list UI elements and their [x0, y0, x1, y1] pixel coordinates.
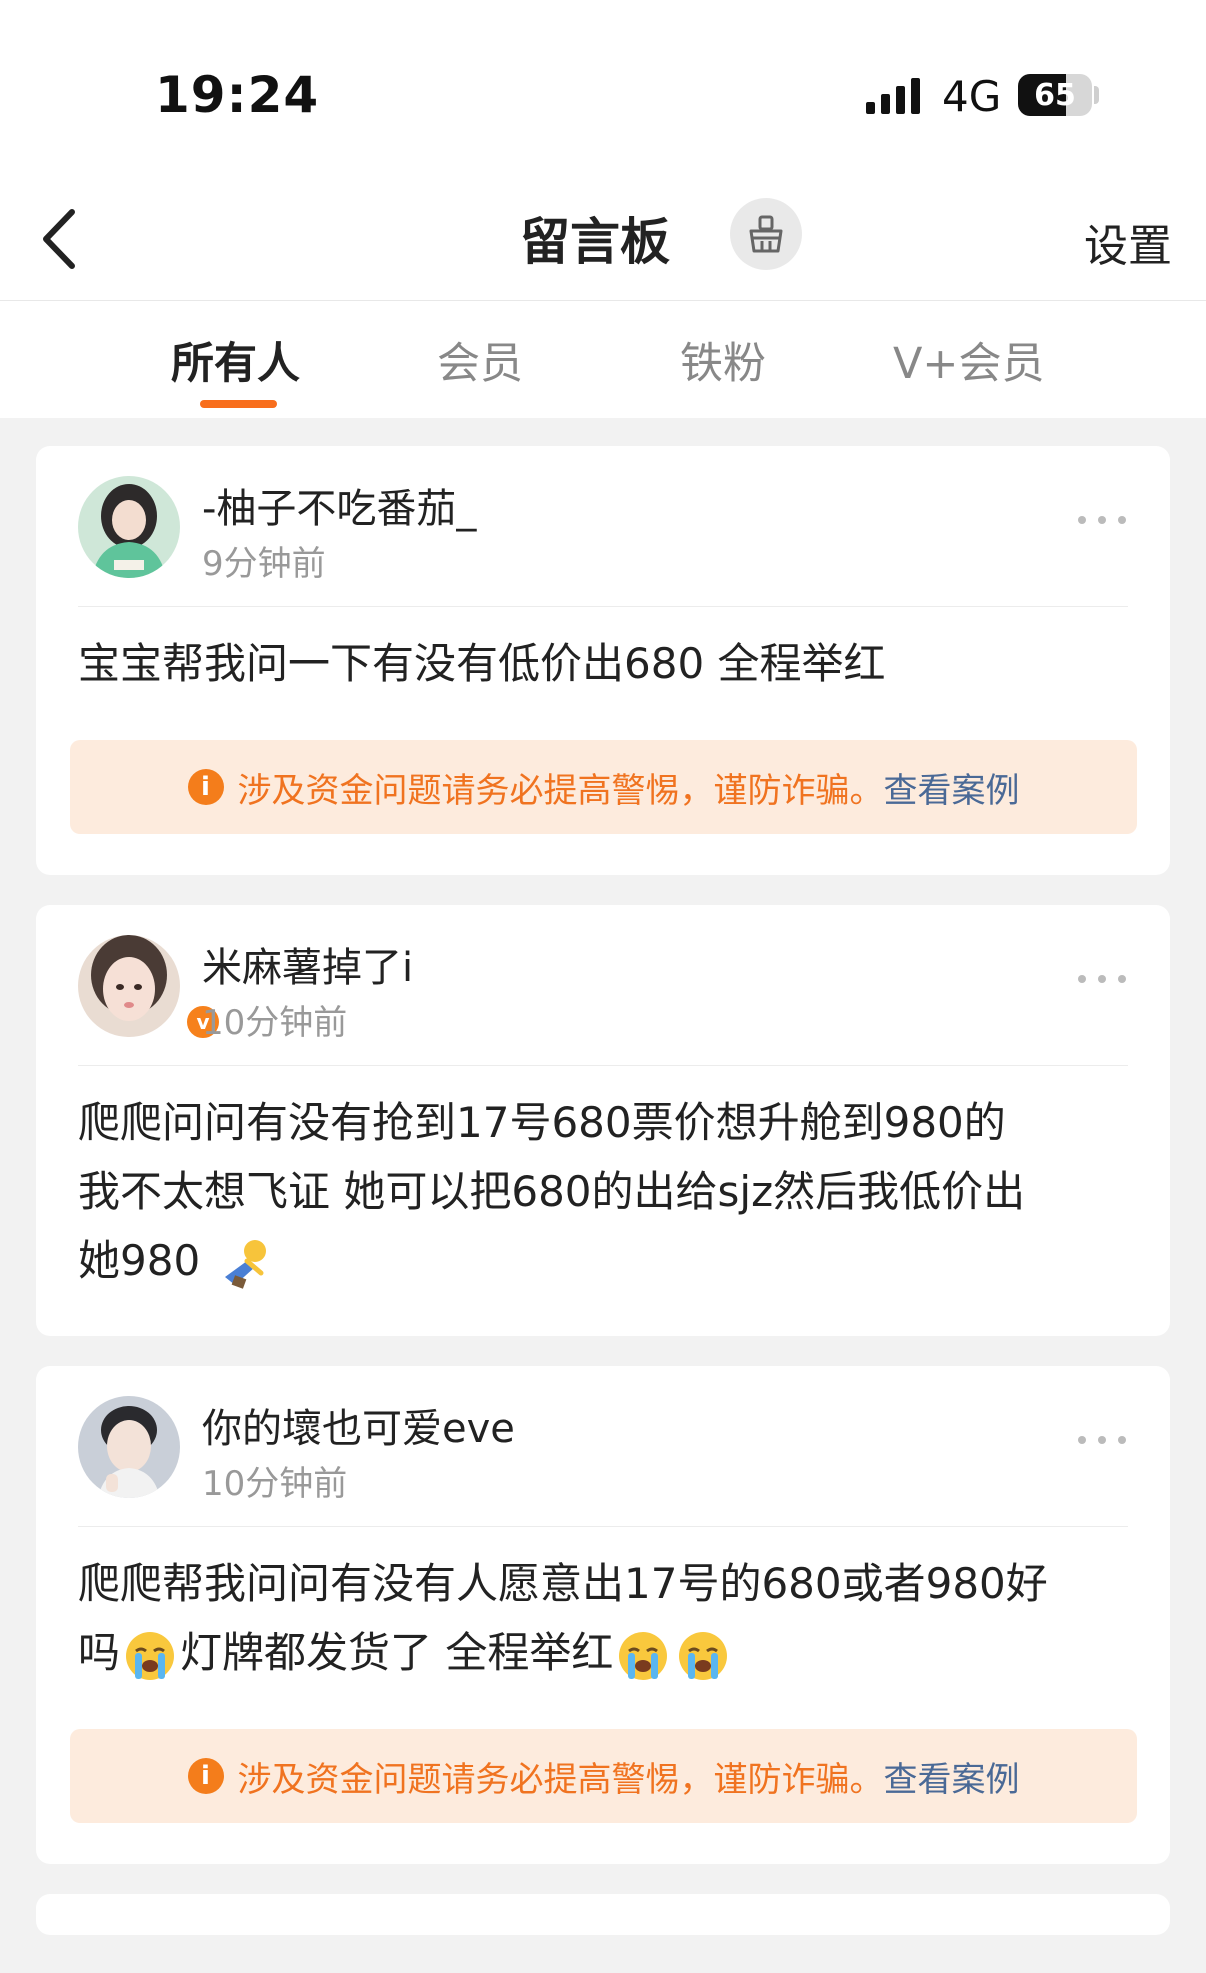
message-line: 她980: [78, 1226, 1134, 1295]
clean-button[interactable]: [730, 198, 802, 270]
network-label: 4G: [942, 72, 1002, 121]
message-feed: -柚子不吃番茄_ 9分钟前 宝宝帮我问一下有没有低价出680 全程举红 i 涉及…: [36, 446, 1170, 1965]
back-button[interactable]: [34, 204, 86, 274]
settings-button[interactable]: 设置: [1084, 210, 1172, 274]
card-header: v 米麻薯掉了i 10分钟前: [78, 905, 1128, 1066]
post-time: 10分钟前: [202, 1464, 348, 1504]
more-button[interactable]: [1078, 516, 1126, 524]
more-button[interactable]: [1078, 975, 1126, 983]
post-time: 9分钟前: [202, 544, 326, 584]
tab-iron-fans[interactable]: 铁粉: [680, 329, 766, 391]
crying-face-icon: [619, 1631, 668, 1680]
info-icon: i: [187, 769, 224, 805]
broom-icon: [749, 215, 783, 253]
nav-bar: 留言板 设置: [0, 150, 1206, 301]
status-time: 19:24: [155, 66, 320, 124]
crying-face-icon: [126, 1631, 175, 1680]
card-header: 你的壞也可爱eve 10分钟前: [78, 1366, 1128, 1527]
username[interactable]: -柚子不吃番茄_: [202, 476, 476, 534]
message-line-text: 她980: [78, 1236, 201, 1285]
status-bar: 19:24 4G 65: [0, 0, 1206, 150]
avatar[interactable]: [78, 935, 180, 1037]
card-header: -柚子不吃番茄_ 9分钟前: [78, 446, 1128, 607]
message-card: 你的壞也可爱eve 10分钟前 爬爬帮我问问有没有人愿意出17号的680或者98…: [36, 1366, 1170, 1864]
view-cases-link[interactable]: 查看案例: [884, 1752, 1020, 1801]
message-line: 吗 灯牌都发货了 全程举红: [78, 1618, 1134, 1687]
username[interactable]: 你的壞也可爱eve: [202, 1396, 515, 1454]
message-text: 爬爬帮我问问有没有人愿意出17号的680或者980好 吗 灯牌都发货了 全程举红: [78, 1527, 1134, 1715]
post-time: 10分钟前: [202, 1003, 348, 1043]
top-area: 19:24 4G 65 留言板 设置 所有人 会员 铁粉 V+会员: [0, 0, 1206, 418]
tab-bar: 所有人 会员 铁粉 V+会员: [0, 301, 1206, 418]
battery-icon: 65: [1018, 74, 1092, 116]
tab-vplus-members[interactable]: V+会员: [893, 329, 1044, 391]
page-title: 留言板: [520, 213, 670, 271]
warning-text: 涉及资金问题请务必提高警惕，谨防诈骗。: [237, 1759, 884, 1800]
signal-icon: [866, 76, 920, 114]
message-card: v 米麻薯掉了i 10分钟前 爬爬问问有没有抢到17号680票价想升舱到980的…: [36, 905, 1170, 1336]
view-cases-link[interactable]: 查看案例: [884, 763, 1020, 812]
fraud-warning: i 涉及资金问题请务必提高警惕，谨防诈骗。 查看案例: [70, 740, 1137, 834]
message-card: -柚子不吃番茄_ 9分钟前 宝宝帮我问一下有没有低价出680 全程举红 i 涉及…: [36, 446, 1170, 875]
message-line-text: 吗: [78, 1628, 121, 1677]
warning-text: 涉及资金问题请务必提高警惕，谨防诈骗。: [237, 770, 884, 811]
info-icon: i: [187, 1758, 224, 1794]
message-line: 我不太想飞证 她可以把680的出给sjz然后我低价出: [78, 1167, 1026, 1216]
kneeling-emoji-icon: [224, 1239, 266, 1289]
message-text: 宝宝帮我问一下有没有低价出680 全程举红: [78, 639, 886, 688]
avatar[interactable]: [78, 476, 180, 578]
tab-active-indicator: [200, 400, 277, 408]
tab-members[interactable]: 会员: [437, 329, 523, 391]
avatar[interactable]: [78, 1396, 180, 1498]
username[interactable]: 米麻薯掉了i: [202, 935, 413, 993]
message-line-text: 灯牌都发货了 全程举红: [180, 1628, 614, 1677]
battery-tip: [1094, 86, 1099, 104]
battery-level: 65: [1034, 77, 1076, 113]
message-line: 爬爬帮我问问有没有人愿意出17号的680或者980好: [78, 1559, 1048, 1608]
tab-all[interactable]: 所有人: [171, 329, 300, 391]
message-text: 爬爬问问有没有抢到17号680票价想升舱到980的 我不太想飞证 她可以把680…: [78, 1066, 1134, 1335]
more-button[interactable]: [1078, 1436, 1126, 1444]
fraud-warning: i 涉及资金问题请务必提高警惕，谨防诈骗。 查看案例: [70, 1729, 1137, 1823]
message-card-partial: [36, 1894, 1170, 1935]
chevron-left-icon: [43, 209, 75, 269]
message-line: 爬爬问问有没有抢到17号680票价想升舱到980的: [78, 1098, 1006, 1147]
crying-face-icon: [679, 1631, 728, 1680]
